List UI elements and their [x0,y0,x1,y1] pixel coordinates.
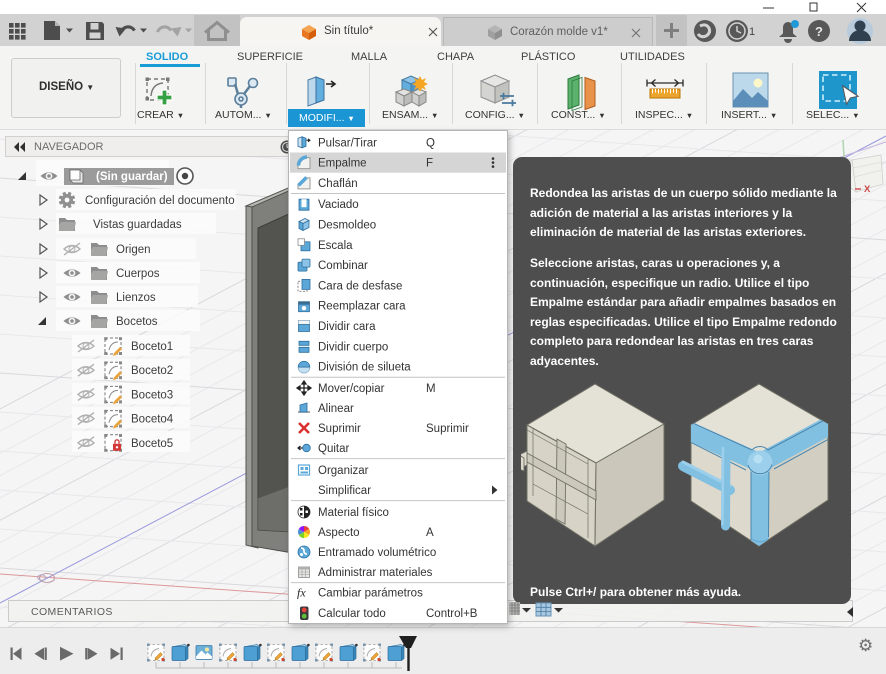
svg-text:A: A [426,527,434,539]
svg-text:Reemplazar cara: Reemplazar cara [318,301,406,313]
svg-text:Boceto5: Boceto5 [131,438,173,450]
svg-text:Pulsar/Tirar: Pulsar/Tirar [318,137,377,149]
svg-text:Empalme: Empalme [318,158,367,170]
svg-text:Escala: Escala [318,240,353,252]
svg-text:Vaciado: Vaciado [318,199,359,211]
svg-text:Combinar: Combinar [318,260,368,272]
svg-text:Control+B: Control+B [426,608,478,620]
svg-text:Simplificar: Simplificar [318,485,371,497]
svg-text:Aspecto: Aspecto [318,527,360,539]
svg-text:?: ? [815,24,823,39]
svg-text:F: F [426,158,433,170]
svg-text:Cara de desfase: Cara de desfase [318,280,402,292]
svg-text:Quitar: Quitar [318,443,349,455]
svg-text:M: M [426,383,436,395]
svg-text:Cambiar parámetros: Cambiar parámetros [318,588,423,600]
svg-text:Mover/copiar: Mover/copiar [318,383,385,395]
svg-text:Organizar: Organizar [318,465,369,477]
svg-text:Desmoldeo: Desmoldeo [318,220,376,232]
svg-text:Bocetos: Bocetos [116,316,158,328]
svg-text:Boceto1: Boceto1 [131,341,173,353]
svg-text:X: X [864,184,871,195]
svg-text:Origen: Origen [116,244,151,256]
svg-text:Dividir cuerpo: Dividir cuerpo [318,341,388,353]
svg-text:Boceto2: Boceto2 [131,365,173,377]
svg-text:Lienzos: Lienzos [116,292,156,304]
svg-text:División de silueta: División de silueta [318,362,411,374]
svg-text:Alinear: Alinear [318,403,354,415]
svg-text:Q: Q [426,137,435,149]
svg-text:Configuración del documento: Configuración del documento [85,195,235,207]
svg-text:Administrar materiales: Administrar materiales [318,567,433,579]
svg-text:Calcular todo: Calcular todo [318,608,386,620]
svg-text:Entramado volumétrico: Entramado volumétrico [318,547,436,559]
svg-text:1: 1 [749,26,755,38]
svg-text:Vistas guardadas: Vistas guardadas [93,219,182,231]
svg-text:Suprimir: Suprimir [426,423,469,435]
svg-text:Boceto4: Boceto4 [131,414,174,426]
svg-text:Cuerpos: Cuerpos [116,268,160,280]
svg-text:Boceto3: Boceto3 [131,389,173,401]
svg-text:Chaflán: Chaflán [318,178,358,190]
svg-text:Dividir cara: Dividir cara [318,321,376,333]
svg-text:Suprimir: Suprimir [318,423,361,435]
svg-text:Material físico: Material físico [318,507,389,519]
svg-text:(Sin guardar): (Sin guardar) [96,171,168,183]
svg-text:fx: fx [297,586,306,600]
